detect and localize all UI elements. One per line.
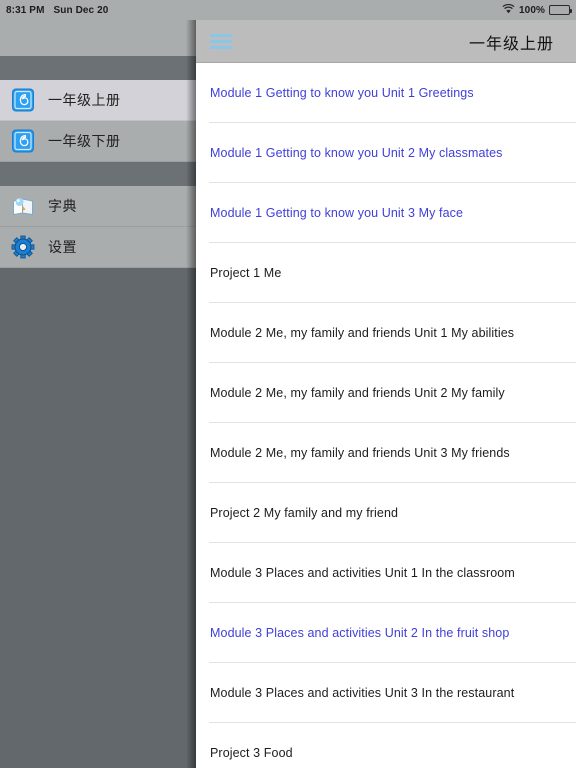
hamburger-menu-icon[interactable] bbox=[210, 30, 232, 53]
list-item[interactable]: Module 2 Me, my family and friends Unit … bbox=[196, 303, 576, 363]
list-item[interactable]: Project 2 My family and my friend bbox=[196, 483, 576, 543]
list-item-label: Module 3 Places and activities Unit 1 In… bbox=[210, 565, 515, 580]
sidebar-item-dictionary[interactable]: 字典 bbox=[0, 186, 196, 227]
list-item-label: Module 3 Places and activities Unit 3 In… bbox=[210, 685, 515, 700]
list-item[interactable]: Module 2 Me, my family and friends Unit … bbox=[196, 423, 576, 483]
sidebar: 一年级上册 一年级下册 字典 设置 bbox=[0, 20, 196, 768]
list-item[interactable]: Module 3 Places and activities Unit 2 In… bbox=[196, 603, 576, 663]
sidebar-section-header-books bbox=[0, 56, 196, 80]
wifi-icon bbox=[502, 3, 515, 17]
list-item-label: Project 1 Me bbox=[210, 265, 282, 280]
list-item[interactable]: Module 1 Getting to know you Unit 2 My c… bbox=[196, 123, 576, 183]
list-item-label: Module 1 Getting to know you Unit 3 My f… bbox=[210, 205, 464, 220]
pane-divider-shadow bbox=[186, 20, 196, 768]
sidebar-item-grade1-volume2[interactable]: 一年级下册 bbox=[0, 121, 196, 162]
sidebar-item-label: 一年级下册 bbox=[48, 133, 121, 149]
sidebar-item-grade1-volume1[interactable]: 一年级上册 bbox=[0, 80, 196, 121]
list-item[interactable]: Project 3 Food bbox=[196, 723, 576, 768]
book-blue-icon bbox=[10, 128, 36, 154]
sidebar-item-label: 字典 bbox=[48, 198, 77, 214]
dictionary-icon bbox=[10, 193, 36, 219]
book-blue-icon bbox=[10, 87, 36, 113]
list-item-label: Module 2 Me, my family and friends Unit … bbox=[210, 445, 510, 460]
sidebar-top-spacer bbox=[0, 20, 196, 56]
navigation-bar: 一年级上册 bbox=[196, 20, 576, 63]
detail-pane: 一年级上册 Module 1 Getting to know you Unit … bbox=[196, 20, 576, 768]
list-item-label: Module 3 Places and activities Unit 2 In… bbox=[210, 625, 510, 640]
list-item[interactable]: Module 3 Places and activities Unit 3 In… bbox=[196, 663, 576, 723]
sidebar-item-settings[interactable]: 设置 bbox=[0, 227, 196, 268]
list-item[interactable]: Module 1 Getting to know you Unit 1 Gree… bbox=[196, 63, 576, 123]
list-item-label: Project 3 Food bbox=[210, 745, 293, 760]
page-title: 一年级上册 bbox=[468, 35, 554, 53]
status-bar-right-group: 100% bbox=[502, 3, 572, 17]
list-item-label: Project 2 My family and my friend bbox=[210, 505, 399, 520]
list-item[interactable]: Module 3 Places and activities Unit 1 In… bbox=[196, 543, 576, 603]
list-item-label: Module 2 Me, my family and friends Unit … bbox=[210, 325, 515, 340]
list-item[interactable]: Project 1 Me bbox=[196, 243, 576, 303]
sidebar-item-label: 一年级上册 bbox=[48, 92, 121, 108]
sidebar-section-header-tools bbox=[0, 162, 196, 186]
lesson-list[interactable]: Module 1 Getting to know you Unit 1 Gree… bbox=[196, 63, 576, 768]
list-item[interactable]: Module 1 Getting to know you Unit 3 My f… bbox=[196, 183, 576, 243]
battery-full-icon bbox=[549, 5, 572, 15]
gear-icon bbox=[10, 234, 36, 260]
list-item-label: Module 1 Getting to know you Unit 1 Gree… bbox=[210, 85, 474, 100]
list-item-label: Module 2 Me, my family and friends Unit … bbox=[210, 385, 505, 400]
list-item[interactable]: Module 2 Me, my family and friends Unit … bbox=[196, 363, 576, 423]
app-root: 8:31 PM Sun Dec 20 100% 一年级上册 一年级下册 字典 设… bbox=[0, 0, 576, 768]
status-bar: 8:31 PM Sun Dec 20 100% bbox=[0, 0, 576, 20]
status-bar-date: Sun Dec 20 bbox=[53, 4, 109, 16]
list-item-label: Module 1 Getting to know you Unit 2 My c… bbox=[210, 145, 503, 160]
sidebar-bottom-spacer bbox=[0, 268, 196, 768]
sidebar-item-label: 设置 bbox=[48, 239, 77, 255]
status-bar-time: 8:31 PM bbox=[6, 4, 45, 16]
battery-percent-label: 100% bbox=[519, 4, 545, 16]
